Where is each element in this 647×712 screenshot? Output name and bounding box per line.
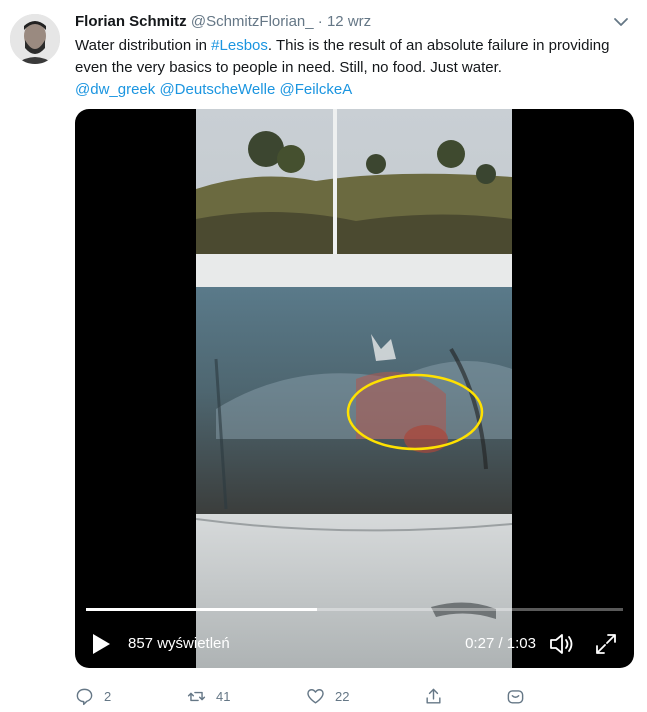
share-icon bbox=[426, 688, 441, 704]
mention-link[interactable]: @dw_greek bbox=[75, 81, 155, 98]
view-count: 857 wyświetleń bbox=[128, 635, 230, 652]
like-button[interactable]: 22 bbox=[306, 684, 349, 708]
video-player[interactable]: 857 wyświetleń 0:27 / 1:03 bbox=[75, 109, 634, 668]
retweet-button[interactable]: 41 bbox=[187, 684, 230, 708]
fullscreen-icon[interactable] bbox=[594, 632, 618, 656]
hashtag-link[interactable]: #Lesbos bbox=[211, 37, 268, 54]
tweet-text: Water distribution in #Lesbos. This is t… bbox=[75, 35, 635, 101]
author-handle[interactable]: @SchmitzFlorian_ bbox=[191, 13, 314, 30]
mention-link[interactable]: @DeutscheWelle bbox=[159, 81, 275, 98]
reply-count: 2 bbox=[104, 688, 112, 704]
video-time: 0:27 / 1:03 bbox=[465, 635, 536, 652]
video-progress-bar[interactable] bbox=[86, 608, 623, 611]
reply-icon bbox=[76, 688, 93, 705]
tweet-actions: 2 41 22 bbox=[75, 684, 545, 708]
mention-link[interactable]: @FeilckeA bbox=[279, 81, 352, 98]
share-button[interactable] bbox=[424, 684, 443, 708]
heart-icon bbox=[307, 688, 324, 704]
volume-icon[interactable] bbox=[548, 630, 576, 658]
tweet-text-part1: Water distribution in bbox=[75, 37, 212, 54]
tweet-header: Florian Schmitz @SchmitzFlorian_ · 12 wr… bbox=[75, 12, 371, 32]
more-actions-button[interactable] bbox=[506, 684, 525, 708]
reply-button[interactable]: 2 bbox=[75, 684, 111, 708]
video-frame[interactable] bbox=[196, 109, 512, 668]
tweet-date[interactable]: 12 wrz bbox=[327, 13, 371, 30]
tweet-card: Florian Schmitz @SchmitzFlorian_ · 12 wr… bbox=[0, 0, 647, 712]
like-count: 22 bbox=[335, 688, 350, 704]
author-name[interactable]: Florian Schmitz bbox=[75, 13, 187, 30]
chevron-down-icon[interactable] bbox=[609, 10, 633, 34]
play-icon[interactable] bbox=[92, 634, 110, 654]
retweet-count: 41 bbox=[216, 688, 231, 704]
separator-dot: · bbox=[317, 13, 323, 30]
avatar[interactable] bbox=[10, 14, 60, 64]
retweet-icon bbox=[187, 691, 206, 701]
video-progress-fill bbox=[86, 608, 317, 611]
mood-icon bbox=[507, 689, 524, 704]
